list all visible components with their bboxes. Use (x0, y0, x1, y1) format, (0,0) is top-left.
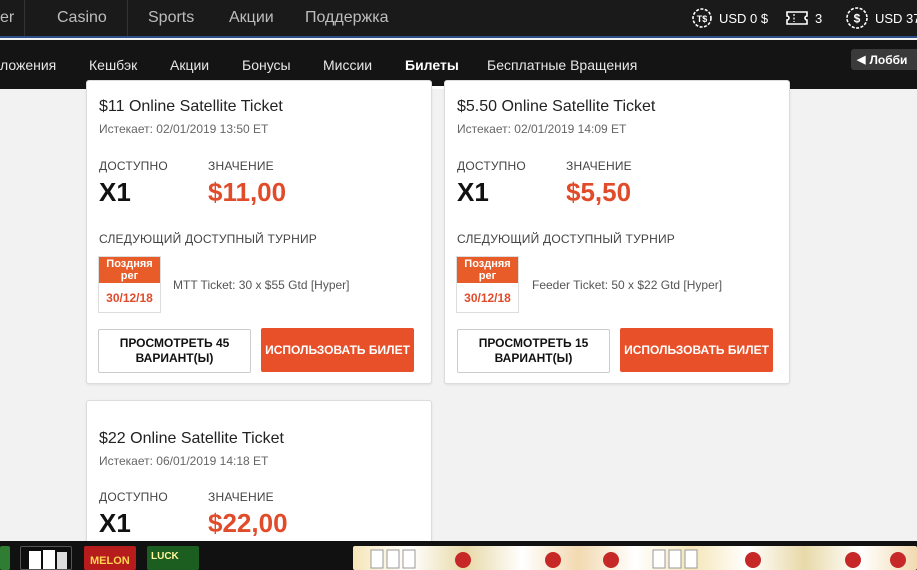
ticket-card: $11 Online Satellite Ticket Истекает: 02… (86, 80, 432, 384)
lobby-label: Лобби (869, 52, 908, 67)
nav-item-support[interactable]: Поддержка (305, 9, 388, 27)
tournament-date-badge: Поздняя рег 30/12/18 (98, 256, 161, 313)
ticket-expiry: Истекает: 02/01/2019 13:50 ET (99, 122, 269, 136)
ticket-expiry: Истекает: 02/01/2019 14:09 ET (457, 122, 627, 136)
top-bar: er Casino Sports Акции Поддержка T$ USD … (0, 0, 917, 38)
available-label: ДОСТУПНО (457, 159, 526, 173)
ticket-value: $5,50 (566, 177, 632, 207)
tab-missions[interactable]: Миссии (323, 57, 372, 73)
next-tournament-label: СЛЕДУЮЩИЙ ДОСТУПНЫЙ ТУРНИР (99, 232, 317, 246)
tournament-name[interactable]: MTT Ticket: 30 x $55 Gtd [Hyper] (173, 278, 350, 292)
late-registration-badge: Поздняя рег (457, 257, 518, 283)
tournament-date-badge: Поздняя рег 30/12/18 (456, 256, 519, 313)
view-options-button[interactable]: ПРОСМОТРЕТЬ 15 ВАРИАНТ(Ы) (457, 329, 610, 373)
ticket-icon (786, 11, 808, 25)
tournament-dollar-icon: T$ (692, 8, 712, 28)
svg-text:T$: T$ (697, 14, 708, 24)
balance[interactable]: $ USD 37 (845, 7, 917, 29)
view-options-button[interactable]: ПРОСМОТРЕТЬ 45 ВАРИАНТ(Ы) (98, 329, 251, 373)
back-arrow-icon: ◀ (857, 54, 866, 66)
game-thumbnail[interactable]: MELON (84, 546, 136, 570)
tournament-date: 30/12/18 (464, 291, 511, 305)
games-strip: MELON LUCK (0, 541, 917, 570)
games-banner[interactable] (353, 546, 917, 570)
tournament-dollar-amount: USD 0 $ (719, 10, 769, 26)
tab-partial[interactable]: ложения (0, 57, 56, 73)
game-title: LUCK (151, 551, 179, 562)
balance-icon: $ (846, 7, 868, 29)
use-ticket-button[interactable]: ИСПОЛЬЗОВАТЬ БИЛЕТ (261, 328, 414, 372)
ticket-title: $11 Online Satellite Ticket (99, 98, 283, 115)
ticket-expiry: Истекает: 06/01/2019 14:18 ET (99, 454, 269, 468)
tournament-date: 30/12/18 (106, 291, 153, 305)
ticket-count: X1 (457, 177, 489, 207)
tab-free-spins[interactable]: Бесплатные Вращения (487, 57, 637, 73)
value-label: ЗНАЧЕНИЕ (208, 159, 274, 173)
value-label: ЗНАЧЕНИЕ (566, 159, 632, 173)
game-thumbnail[interactable] (0, 546, 10, 570)
next-tournament-label: СЛЕДУЮЩИЙ ДОСТУПНЫЙ ТУРНИР (457, 232, 675, 246)
nav-item-sports[interactable]: Sports (148, 9, 194, 27)
ticket-card: $5.50 Online Satellite Ticket Истекает: … (444, 80, 790, 384)
ticket-count: X1 (99, 508, 131, 538)
playing-cards-icon (370, 549, 906, 569)
available-label: ДОСТУПНО (99, 490, 168, 504)
use-ticket-button[interactable]: ИСПОЛЬЗОВАТЬ БИЛЕТ (620, 328, 773, 372)
balance-amount: USD 37 (875, 10, 917, 26)
nav-item-partial[interactable]: er (0, 9, 14, 27)
ticket-card: $22 Online Satellite Ticket Истекает: 06… (86, 400, 432, 560)
value-label: ЗНАЧЕНИЕ (208, 490, 274, 504)
game-thumbnail[interactable]: LUCK (147, 546, 199, 570)
ticket-title: $5.50 Online Satellite Ticket (457, 98, 656, 115)
svg-text:$: $ (854, 12, 861, 26)
ticket-title: $22 Online Satellite Ticket (99, 430, 284, 447)
tab-tickets[interactable]: Билеты (405, 57, 459, 73)
lobby-button[interactable]: ◀ Лобби (851, 49, 917, 70)
tournament-dollars[interactable]: T$ USD 0 $ (691, 7, 768, 29)
ticket-count: 3 (815, 10, 823, 26)
game-title: MELON (90, 555, 130, 567)
nav-item-promotions[interactable]: Акции (229, 9, 274, 27)
tickets-counter[interactable]: 3 (785, 7, 822, 29)
nav-divider (127, 0, 128, 36)
tab-promotions[interactable]: Акции (170, 57, 209, 73)
ticket-value: $11,00 (208, 177, 287, 207)
tab-bonuses[interactable]: Бонусы (242, 57, 291, 73)
tab-cashback[interactable]: Кешбэк (89, 57, 137, 73)
tournament-name[interactable]: Feeder Ticket: 50 x $22 Gtd [Hyper] (532, 278, 722, 292)
game-thumbnail[interactable] (20, 546, 72, 570)
late-registration-badge: Поздняя рег (99, 257, 160, 283)
nav-item-casino[interactable]: Casino (57, 9, 107, 27)
ticket-count: X1 (99, 177, 131, 207)
cards-icon (29, 550, 67, 569)
available-label: ДОСТУПНО (99, 159, 168, 173)
ticket-value: $22,00 (208, 508, 288, 538)
nav-divider (24, 0, 25, 36)
